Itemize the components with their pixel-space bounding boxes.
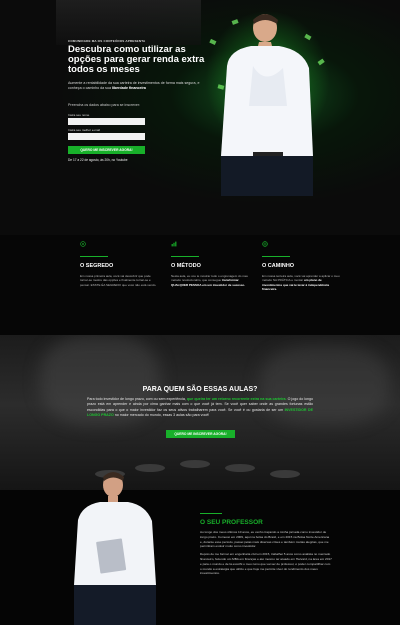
email-label: Insira seu melhor e-mail bbox=[68, 128, 101, 132]
professor-photo bbox=[74, 472, 156, 625]
signup-button-secondary[interactable]: QUERO ME INSCREVER AGORA! bbox=[166, 430, 235, 438]
pillar-method: O MÉTODO Nesta aula, eu vou te mostrar t… bbox=[171, 241, 249, 303]
pillar-title: O SEGREDO bbox=[80, 263, 114, 269]
pillar-divider bbox=[262, 256, 290, 257]
audience-section: PARA QUEM SÃO ESSAS AULAS? Para todo inv… bbox=[0, 335, 400, 490]
professor-bio: Ao longo dos meus últimos 10 anos, eu ve… bbox=[200, 530, 332, 579]
hero-title: Descubra como utilizar as opções para ge… bbox=[68, 44, 205, 75]
pillar-divider bbox=[171, 256, 199, 257]
email-input[interactable] bbox=[68, 133, 145, 140]
name-label: Insira seu nome bbox=[68, 113, 90, 117]
lock-icon bbox=[80, 241, 86, 247]
form-lead: Preencha os dados abaixo para se inscrev… bbox=[68, 103, 141, 107]
presenter-photo bbox=[221, 14, 313, 196]
pillar-divider bbox=[80, 256, 108, 257]
audience-title: PARA QUEM SÃO ESSAS AULAS? bbox=[142, 386, 258, 393]
chart-icon bbox=[171, 241, 177, 247]
signup-button[interactable]: QUERO ME INSCREVER AGORA! bbox=[68, 146, 145, 154]
pillar-title: O CAMINHO bbox=[262, 263, 295, 269]
pillar-secret: O SEGREDO Em nossa primeira aula, você v… bbox=[80, 241, 158, 303]
event-date: De 17 a 22 de agosto, às 20h, no Youtube bbox=[68, 158, 128, 162]
pillar-text: Em nossa primeira aula, você vai descobr… bbox=[80, 274, 157, 287]
audience-text: Para todo investidor de longo prazo, com… bbox=[87, 397, 314, 418]
pillar-title: O MÉTODO bbox=[171, 263, 201, 269]
pillar-path: O CAMINHO Em nossa terceira aula, você v… bbox=[262, 241, 340, 303]
pillars-section: O SEGREDO Em nossa primeira aula, você v… bbox=[0, 235, 400, 340]
hero-subtitle: Aumente a rentabilidade da sua carteira … bbox=[68, 81, 200, 90]
professor-divider bbox=[200, 513, 222, 514]
professor-bio-paragraph: Depois de me formar em engenharia civil … bbox=[200, 552, 332, 576]
pillar-text: Em nossa terceira aula, você vai aprende… bbox=[262, 274, 340, 291]
professor-title: O SEU PROFESSOR bbox=[200, 519, 263, 526]
target-icon bbox=[262, 241, 268, 247]
name-input[interactable] bbox=[68, 118, 145, 125]
hero-section: COMUNIDADE MA OS CONTEÚDOS APRESENTA Des… bbox=[0, 0, 400, 235]
hero-eyebrow: COMUNIDADE MA OS CONTEÚDOS APRESENTA bbox=[68, 39, 146, 43]
pillar-text: Nesta aula, eu vou te mostrar todo o eng… bbox=[171, 274, 249, 287]
professor-bio-paragraph: Ao longo dos meus últimos 10 anos, eu ve… bbox=[200, 530, 330, 549]
